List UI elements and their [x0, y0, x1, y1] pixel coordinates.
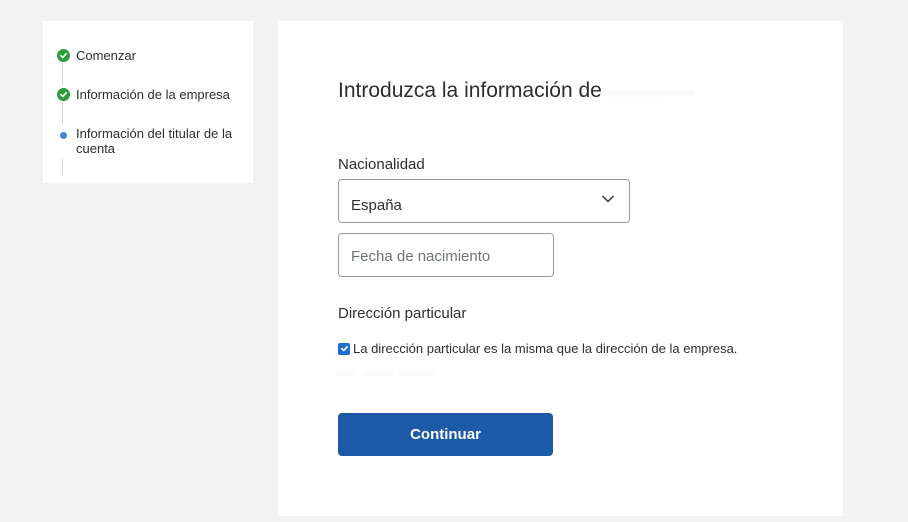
step-informacion-empresa[interactable]: Información de la empresa: [56, 87, 230, 102]
page-title: Introduzca la información de ···········…: [338, 79, 696, 103]
account-holder-form: Introduzca la información de ···········…: [278, 21, 843, 516]
home-address-label: Dirección particular: [338, 305, 467, 322]
same-address-option[interactable]: La dirección particular es la misma que …: [338, 341, 737, 356]
step-connector: [62, 102, 63, 124]
continue-button[interactable]: Continuar: [338, 413, 553, 456]
chevron-down-icon: [602, 195, 614, 203]
check-circle-icon: [56, 48, 70, 62]
redacted-company-name: ············: [607, 84, 696, 101]
step-connector: [62, 63, 63, 85]
step-connector: [62, 159, 63, 175]
same-address-label: La dirección particular es la misma que …: [353, 341, 738, 356]
title-text: Introduzca la información de: [338, 79, 602, 102]
birthdate-placeholder: Fecha de nacimiento: [351, 248, 491, 265]
nationality-select[interactable]: España: [338, 179, 630, 223]
step-informacion-titular: Información del titular de la cuenta: [56, 126, 236, 156]
check-circle-icon: [56, 87, 70, 101]
dot-icon: [56, 126, 70, 140]
step-comenzar[interactable]: Comenzar: [56, 48, 136, 63]
redacted-address: ··· ····· ······: [338, 365, 438, 380]
same-address-checkbox[interactable]: [338, 342, 350, 355]
checkmark-icon: [340, 345, 348, 352]
birthdate-input[interactable]: Fecha de nacimiento: [338, 233, 554, 277]
step-label: Información del titular de la cuenta: [76, 126, 233, 156]
nationality-value: España: [351, 197, 402, 214]
step-label: Comenzar: [76, 48, 136, 63]
progress-steps: Comenzar Información de la empresa Infor…: [43, 21, 253, 183]
step-label: Información de la empresa: [76, 87, 230, 102]
nationality-label: Nacionalidad: [338, 156, 425, 173]
